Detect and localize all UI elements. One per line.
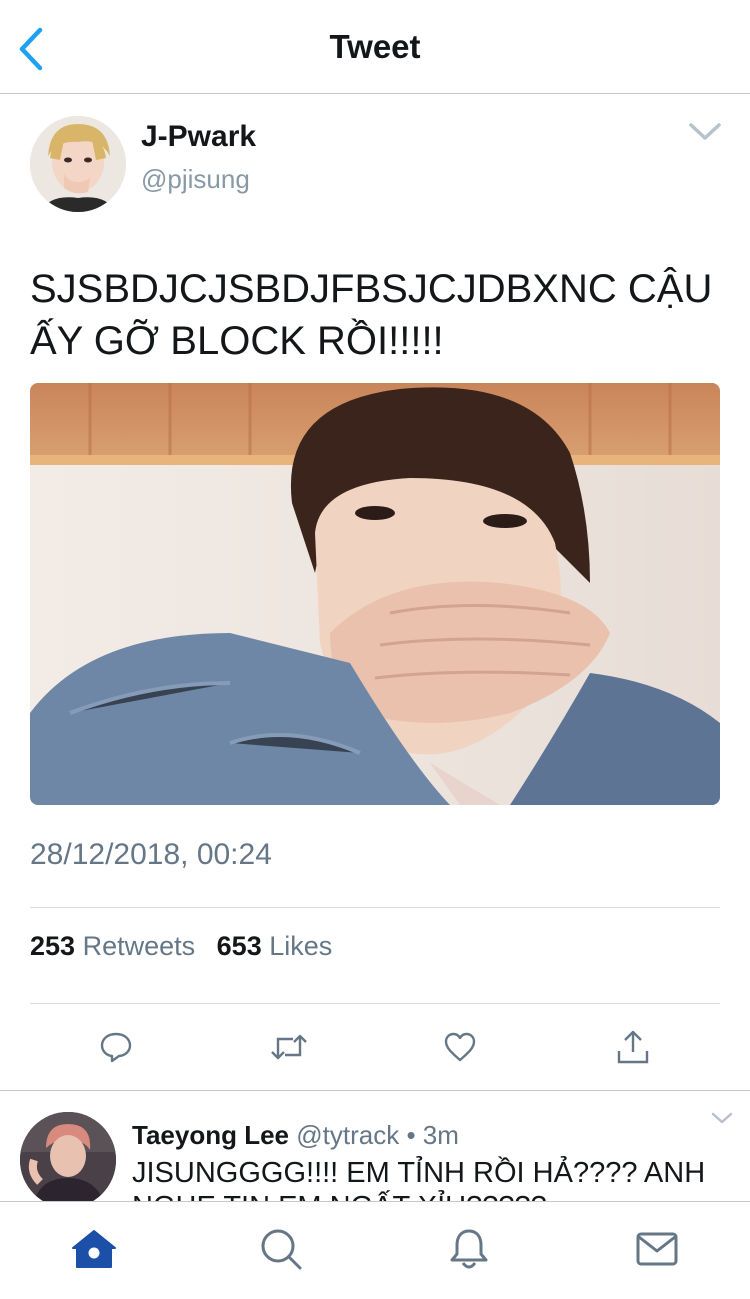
reply-avatar[interactable]	[20, 1112, 116, 1202]
tweet-stats: 253 Retweets 653 Likes	[30, 931, 346, 962]
tab-home[interactable]	[69, 1224, 119, 1274]
share-icon	[617, 1030, 649, 1064]
like-icon	[444, 1032, 476, 1062]
retweets-stat[interactable]: 253 Retweets	[30, 931, 195, 962]
like-button[interactable]	[435, 1022, 485, 1072]
author-name[interactable]: J-Pwark	[141, 120, 256, 154]
retweets-label: Retweets	[82, 931, 196, 961]
tweet-options-button[interactable]	[688, 120, 722, 144]
divider	[30, 1003, 720, 1004]
retweet-icon	[271, 1034, 307, 1060]
likes-stat[interactable]: 653 Likes	[217, 931, 333, 962]
reply-separator: •	[406, 1120, 416, 1150]
tab-notifications[interactable]	[444, 1224, 494, 1274]
tweet-timestamp: 28/12/2018, 00:24	[30, 838, 272, 871]
reply-time: 3m	[422, 1120, 459, 1150]
reply-header: Taeyong Lee @tytrack • 3m	[132, 1120, 459, 1151]
home-icon	[72, 1230, 116, 1268]
retweet-button[interactable]	[264, 1022, 314, 1072]
divider	[30, 907, 720, 908]
chevron-down-icon	[711, 1112, 733, 1124]
tweet-actions	[0, 1022, 750, 1074]
author-handle[interactable]: @pjisung	[141, 164, 250, 195]
tab-search[interactable]	[256, 1224, 306, 1274]
photo-image	[30, 383, 720, 805]
search-icon	[261, 1229, 302, 1270]
tab-messages[interactable]	[632, 1224, 682, 1274]
reply-icon	[100, 1032, 132, 1063]
tweet-text: SJSBDJCJSBDJFBSJCJDBXNC CẬU ẤY GỠ BLOCK …	[30, 267, 713, 363]
messages-icon	[636, 1232, 678, 1266]
tweet-photo[interactable]	[30, 383, 720, 805]
likes-label: Likes	[269, 931, 333, 961]
divider	[0, 1090, 750, 1091]
retweets-count: 253	[30, 931, 76, 961]
reply-text: JISUNGGGG!!!! EM TỈNH RỒI HẢ???? ANH NGH…	[132, 1157, 706, 1202]
reply-author-name[interactable]: Taeyong Lee	[132, 1120, 289, 1150]
notifications-icon	[450, 1229, 488, 1269]
tweet-author: J-Pwark @pjisung	[0, 94, 750, 234]
likes-count: 653	[216, 931, 262, 961]
page-title: Tweet	[329, 28, 421, 65]
tab-bar	[0, 1201, 750, 1299]
avatar[interactable]	[30, 116, 126, 212]
reply-options-button[interactable]	[710, 1110, 734, 1126]
chevron-down-icon	[689, 123, 721, 140]
reply-button[interactable]	[91, 1022, 141, 1072]
reply-author-handle[interactable]: @tytrack	[296, 1120, 399, 1150]
navigation-bar: Tweet	[0, 0, 750, 94]
share-button[interactable]	[608, 1022, 658, 1072]
reply-tweet[interactable]: Taeyong Lee @tytrack • 3m JISUNGGGG!!!! …	[0, 1092, 750, 1202]
